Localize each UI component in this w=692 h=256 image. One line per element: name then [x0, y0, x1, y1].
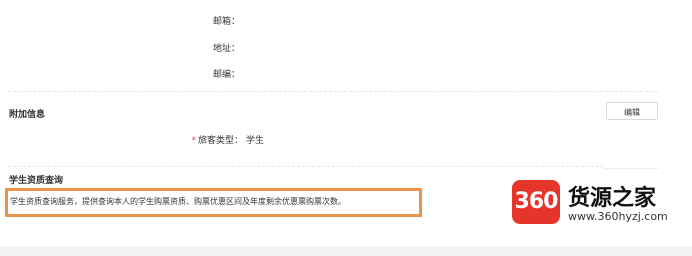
watermark-logo: 360 货源之家 www.360hyzj.com	[512, 178, 682, 226]
required-mark: *	[191, 136, 196, 146]
passenger-type-label: * 旅客类型：	[168, 133, 243, 146]
logo-url: www.360hyzj.com	[568, 210, 668, 223]
passenger-type-value: 学生	[246, 136, 265, 146]
address-label: 地址：	[212, 44, 240, 54]
logo-name: 货源之家	[568, 186, 657, 211]
email-label: 邮箱：	[212, 17, 240, 27]
passenger-type-label-text: 旅客类型：	[197, 136, 243, 146]
additional-info-title: 附加信息	[9, 110, 46, 120]
student-query-title: 学生资质查询	[9, 176, 64, 186]
edit-button[interactable]: 编辑	[606, 102, 658, 120]
section-divider	[8, 166, 604, 167]
logo-badge: 360	[512, 180, 560, 224]
section-divider	[8, 91, 658, 92]
footer-band	[0, 246, 692, 256]
faint-divider	[604, 168, 658, 169]
student-query-description: 学生资质查询服务，提供查询本人的学生购票资质、购票优惠区间及年度剩余优惠票购票次…	[10, 197, 346, 206]
postcode-label: 邮编：	[212, 70, 240, 80]
